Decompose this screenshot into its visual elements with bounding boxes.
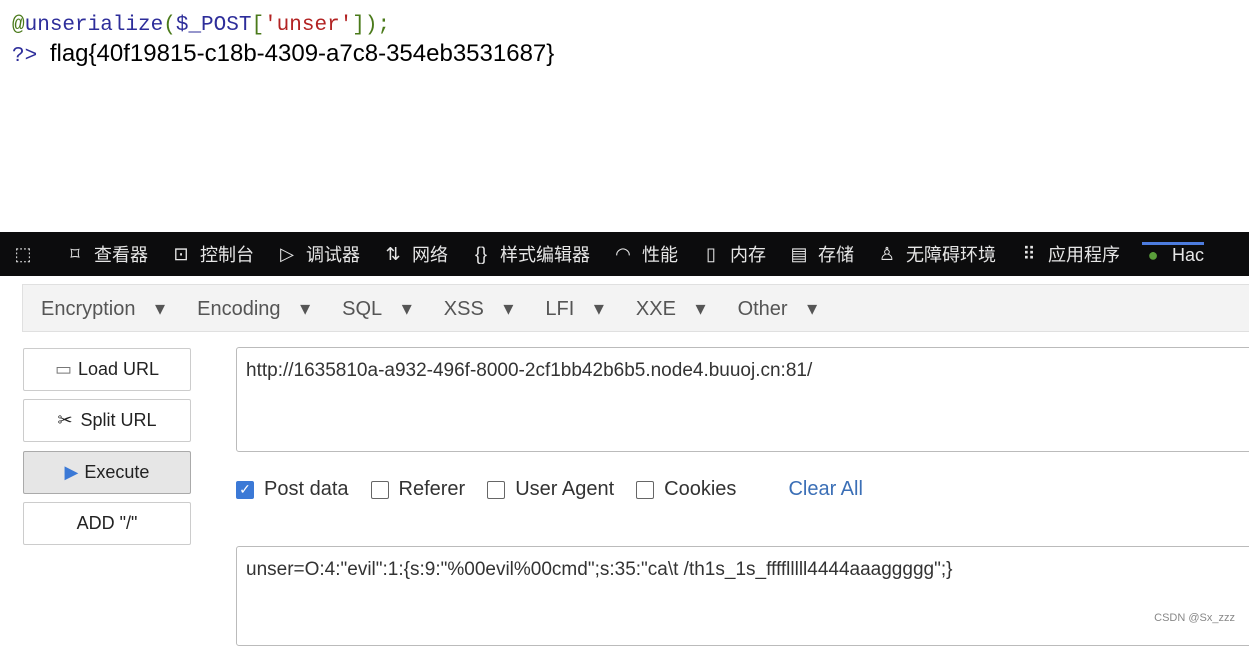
load-icon: ▭ bbox=[54, 359, 72, 379]
scissors-icon: ✂ bbox=[57, 410, 73, 430]
debugger-icon: ▷ bbox=[280, 243, 294, 264]
execute-button[interactable]: ▶ Execute bbox=[23, 451, 191, 494]
post-data-checkbox[interactable]: ✓ Post data bbox=[236, 478, 349, 501]
devtools-tab-performance[interactable]: ◠ 性能 bbox=[612, 241, 678, 267]
code-line-2: ?> flag{40f19815-c18b-4309-a7c8-354eb353… bbox=[12, 40, 555, 68]
add-slash-button[interactable]: ADD "/" bbox=[23, 502, 191, 545]
user-agent-checkbox[interactable]: User Agent bbox=[487, 478, 614, 501]
referer-checkbox[interactable]: Referer bbox=[370, 478, 465, 501]
performance-icon: ◠ bbox=[615, 243, 631, 264]
console-icon: ⊡ bbox=[173, 243, 189, 264]
clear-all-link[interactable]: Clear All bbox=[788, 478, 862, 501]
options-row: ✓ Post data Referer User Agent Cookies Cl… bbox=[236, 478, 863, 501]
memory-icon: ▯ bbox=[706, 243, 716, 264]
network-icon: ⇅ bbox=[385, 243, 401, 264]
devtools-tab-accessibility[interactable]: ♙ 无障碍环境 bbox=[876, 241, 996, 267]
devtools-tab-inspector[interactable]: ⌑ 查看器 bbox=[64, 241, 148, 267]
hackbar-menu: Encryption ▾ Encoding ▾ SQL ▾ XSS ▾ LFI … bbox=[22, 284, 1249, 332]
devtools-tab-network[interactable]: ⇅ 网络 bbox=[382, 241, 448, 267]
devtools-tab-application[interactable]: ⠿ 应用程序 bbox=[1018, 241, 1120, 267]
devtools-tab-storage[interactable]: ▤ 存储 bbox=[788, 241, 854, 267]
menu-encoding[interactable]: Encoding ▾ bbox=[188, 296, 310, 321]
menu-encryption[interactable]: Encryption ▾ bbox=[32, 296, 165, 321]
devtools-tab-picker[interactable]: ⬚ bbox=[12, 244, 42, 265]
hackbar-icon: ● bbox=[1147, 245, 1159, 265]
pick-element-icon: ⬚ bbox=[14, 243, 32, 264]
cookies-checkbox[interactable]: Cookies bbox=[636, 478, 736, 501]
devtools-toolbar: ⬚ ⌑ 查看器 ⊡ 控制台 ▷ 调试器 ⇅ 网络 {} 样式编辑器 ◠ 性能 ▯ 内存 ▤ 存储… bbox=[0, 232, 1249, 276]
checkbox-checked-icon: ✓ bbox=[236, 480, 254, 499]
devtools-tab-debugger[interactable]: ▷ 调试器 bbox=[276, 241, 360, 267]
code-line-1: @unserialize($_POST['unser']); bbox=[12, 14, 391, 37]
play-icon: ▶ bbox=[64, 462, 79, 482]
devtools-tab-style-editor[interactable]: {} 样式编辑器 bbox=[470, 241, 590, 267]
style-editor-icon: {} bbox=[474, 243, 488, 264]
checkbox-icon bbox=[636, 480, 655, 499]
flag-output: flag{40f19815-c18b-4309-a7c8-354eb353168… bbox=[49, 40, 555, 67]
checkbox-icon bbox=[487, 480, 506, 499]
load-url-button[interactable]: ▭ Load URL bbox=[23, 348, 191, 391]
menu-other[interactable]: Other ▾ bbox=[729, 296, 818, 321]
split-url-button[interactable]: ✂ Split URL bbox=[23, 399, 191, 442]
checkbox-icon bbox=[370, 480, 389, 499]
application-icon: ⠿ bbox=[1022, 243, 1036, 264]
menu-xxe[interactable]: XXE ▾ bbox=[627, 296, 706, 321]
url-input[interactable]: http://1635810a-a932-496f-8000-2cf1bb42b… bbox=[236, 347, 1249, 452]
inspector-icon: ⌑ bbox=[70, 243, 80, 264]
devtools-tab-console[interactable]: ⊡ 控制台 bbox=[170, 241, 254, 267]
devtools-tab-hackbar[interactable]: ● Hac bbox=[1142, 242, 1205, 266]
menu-xss[interactable]: XSS ▾ bbox=[435, 296, 514, 321]
post-data-input[interactable]: unser=O:4:"evil":1:{s:9:"%00evil%00cmd";… bbox=[236, 546, 1249, 646]
page-source: @unserialize($_POST['unser']); ?> flag{4… bbox=[12, 12, 554, 71]
accessibility-icon: ♙ bbox=[878, 243, 896, 264]
devtools-tab-memory[interactable]: ▯ 内存 bbox=[700, 241, 766, 267]
watermark: CSDN @Sx_zzz bbox=[1154, 612, 1235, 624]
storage-icon: ▤ bbox=[790, 243, 808, 264]
menu-lfi[interactable]: LFI ▾ bbox=[536, 296, 604, 321]
menu-sql[interactable]: SQL ▾ bbox=[333, 296, 412, 321]
